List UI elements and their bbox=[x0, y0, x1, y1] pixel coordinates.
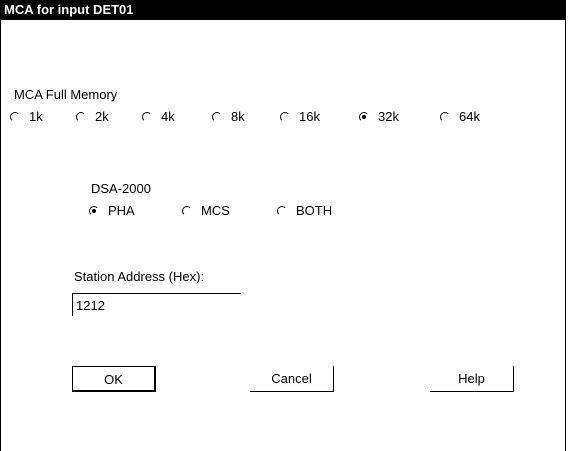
radio-label: 32k bbox=[378, 109, 399, 124]
memory-option-4k[interactable]: 4k bbox=[142, 109, 175, 125]
radio-icon bbox=[182, 206, 192, 216]
memory-group-label: MCA Full Memory bbox=[14, 87, 118, 102]
memory-option-32k[interactable]: 32k bbox=[359, 109, 399, 125]
radio-label: 2k bbox=[95, 109, 109, 124]
radio-label: MCS bbox=[201, 203, 230, 218]
radio-label: 1k bbox=[29, 109, 43, 124]
dsa-group-label: DSA-2000 bbox=[91, 181, 151, 196]
radio-icon bbox=[440, 112, 450, 122]
radio-label: 8k bbox=[231, 109, 245, 124]
radio-icon bbox=[89, 206, 99, 216]
dsa-option-mcs[interactable]: MCS bbox=[182, 203, 230, 219]
dialog-title: MCA for input DET01 bbox=[1, 0, 565, 20]
memory-option-16k[interactable]: 16k bbox=[280, 109, 320, 125]
memory-option-64k[interactable]: 64k bbox=[440, 109, 480, 125]
cancel-button[interactable]: Cancel bbox=[250, 366, 334, 392]
mca-dialog: MCA for input DET01 MCA Full Memory 1k 2… bbox=[0, 0, 566, 451]
radio-icon bbox=[212, 112, 222, 122]
help-button[interactable]: Help bbox=[430, 366, 514, 392]
radio-icon bbox=[76, 112, 86, 122]
radio-icon bbox=[277, 206, 287, 216]
ok-button[interactable]: OK bbox=[72, 366, 156, 392]
memory-option-2k[interactable]: 2k bbox=[76, 109, 109, 125]
radio-label: 64k bbox=[459, 109, 480, 124]
radio-label: PHA bbox=[108, 203, 135, 218]
radio-icon bbox=[280, 112, 290, 122]
memory-option-8k[interactable]: 8k bbox=[212, 109, 245, 125]
radio-label: BOTH bbox=[296, 203, 333, 218]
radio-label: 4k bbox=[161, 109, 175, 124]
radio-icon bbox=[359, 112, 369, 122]
memory-option-1k[interactable]: 1k bbox=[10, 109, 43, 125]
radio-icon bbox=[142, 112, 152, 122]
dsa-option-both[interactable]: BOTH bbox=[277, 203, 332, 219]
radio-label: 16k bbox=[299, 109, 320, 124]
station-address-input[interactable] bbox=[72, 293, 241, 316]
radio-icon bbox=[10, 112, 20, 122]
station-address-label: Station Address (Hex): bbox=[74, 269, 205, 284]
dsa-option-pha[interactable]: PHA bbox=[89, 203, 135, 219]
